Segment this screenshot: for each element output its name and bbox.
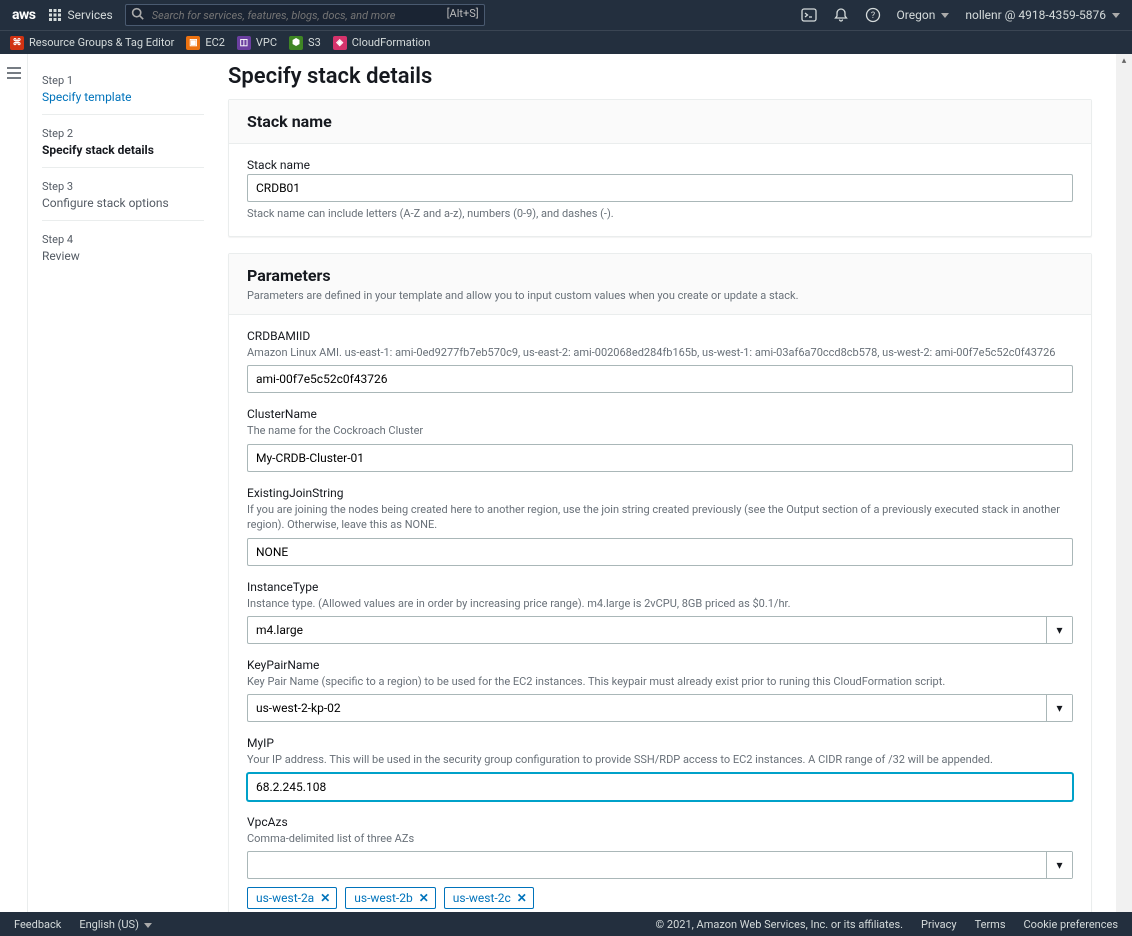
param-amiid-desc: Amazon Linux AMI. us-east-1: ami-0ed9277… [247, 345, 1073, 360]
panel-desc: Parameters are defined in your template … [247, 289, 1073, 302]
param-keypair-desc: Key Pair Name (specific to a region) to … [247, 674, 1073, 689]
param-keypair-select[interactable] [247, 694, 1073, 722]
feedback-link[interactable]: Feedback [14, 918, 61, 931]
param-joinstring-label: ExistingJoinString [247, 486, 1073, 500]
s3-icon: ⬢ [289, 36, 303, 50]
scrollbar[interactable]: ▴ [1116, 54, 1132, 912]
cloudshell-icon[interactable] [801, 7, 817, 23]
footer: Feedback English (US) © 2021, Amazon Web… [0, 912, 1132, 936]
param-instancetype-desc: Instance type. (Allowed values are in or… [247, 596, 1073, 611]
chip-remove-icon[interactable]: ✕ [320, 891, 330, 905]
aws-logo[interactable]: aws [12, 7, 35, 23]
region-selector[interactable]: Oregon [897, 8, 950, 22]
cloudformation-icon: ◈ [333, 36, 347, 50]
scroll-up-icon[interactable]: ▴ [1116, 54, 1132, 68]
language-selector[interactable]: English (US) [79, 918, 151, 931]
param-clustername-label: ClusterName [247, 407, 1073, 421]
privacy-link[interactable]: Privacy [921, 918, 957, 931]
chip-remove-icon[interactable]: ✕ [517, 891, 527, 905]
param-vpcazs-select[interactable] [247, 851, 1073, 879]
page-title: Specify stack details [228, 64, 1092, 89]
services-grid-icon [49, 9, 61, 21]
param-clustername-input[interactable] [247, 444, 1073, 472]
param-instancetype-select[interactable] [247, 616, 1073, 644]
services-label: Services [67, 8, 112, 22]
account-menu[interactable]: nollenr @ 4918-4359-5876 [965, 8, 1120, 22]
stack-name-help: Stack name can include letters (A-Z and … [247, 207, 1073, 220]
step-1[interactable]: Step 1 Specify template [42, 68, 204, 115]
param-vpcazs-label: VpcAzs [247, 815, 1073, 829]
panel-parameters: Parameters Parameters are defined in you… [228, 253, 1092, 912]
wizard-steps: Step 1 Specify template Step 2 Specify s… [28, 54, 218, 912]
param-amiid-input[interactable] [247, 365, 1073, 393]
param-myip-input[interactable] [247, 773, 1073, 801]
chip-us-west-2a: us-west-2a✕ [247, 887, 337, 909]
panel-heading: Parameters [247, 266, 1073, 285]
tag-icon: ⌘ [10, 36, 24, 50]
step-2[interactable]: Step 2 Specify stack details [42, 121, 204, 168]
step-3: Step 3 Configure stack options [42, 174, 204, 221]
services-menu[interactable]: Services [49, 8, 112, 22]
terms-link[interactable]: Terms [975, 918, 1006, 931]
param-myip-label: MyIP [247, 736, 1073, 750]
fav-ec2[interactable]: ▣EC2 [184, 35, 227, 51]
chip-us-west-2b: us-west-2b✕ [345, 887, 436, 909]
vpc-icon: ◫ [237, 36, 251, 50]
vpcazs-chips: us-west-2a✕ us-west-2b✕ us-west-2c✕ [247, 887, 1073, 909]
ec2-icon: ▣ [186, 36, 200, 50]
panel-heading: Stack name [247, 112, 1073, 131]
param-joinstring-input[interactable] [247, 538, 1073, 566]
chevron-down-icon [144, 923, 152, 928]
help-icon[interactable]: ? [865, 7, 881, 23]
side-panel-toggle[interactable] [6, 66, 22, 912]
search-icon [131, 7, 144, 23]
param-clustername-desc: The name for the Cockroach Cluster [247, 423, 1073, 438]
notifications-icon[interactable] [833, 7, 849, 23]
fav-s3[interactable]: ⬢S3 [287, 35, 323, 51]
param-myip-desc: Your IP address. This will be used in th… [247, 752, 1073, 767]
fav-vpc[interactable]: ◫VPC [235, 35, 279, 51]
favorites-bar: ⌘Resource Groups & Tag Editor ▣EC2 ◫VPC … [0, 30, 1132, 54]
param-instancetype-label: InstanceType [247, 580, 1073, 594]
chip-us-west-2c: us-west-2c✕ [444, 887, 534, 909]
fav-resource-groups[interactable]: ⌘Resource Groups & Tag Editor [8, 35, 176, 51]
cookies-link[interactable]: Cookie preferences [1024, 918, 1118, 931]
param-joinstring-desc: If you are joining the nodes being creat… [247, 502, 1073, 533]
fav-cloudformation[interactable]: ◈CloudFormation [331, 35, 433, 51]
param-amiid-label: CRDBAMIID [247, 329, 1073, 343]
panel-stack-name: Stack name Stack name Stack name can inc… [228, 99, 1092, 237]
svg-text:?: ? [870, 11, 874, 21]
param-vpcazs-desc: Comma-delimited list of three AZs [247, 831, 1073, 846]
step-4: Step 4 Review [42, 227, 204, 273]
stack-name-input[interactable] [247, 174, 1073, 202]
main-content: Specify stack details Stack name Stack n… [218, 54, 1132, 912]
search-input[interactable] [125, 4, 485, 26]
param-keypair-label: KeyPairName [247, 658, 1073, 672]
search-shortcut: [Alt+S] [447, 7, 479, 20]
chevron-down-icon [1112, 13, 1120, 18]
chip-remove-icon[interactable]: ✕ [419, 891, 429, 905]
stack-name-label: Stack name [247, 158, 1073, 172]
copyright: © 2021, Amazon Web Services, Inc. or its… [656, 918, 904, 931]
top-nav: aws Services [Alt+S] ? Oregon nollenr @ … [0, 0, 1132, 30]
chevron-down-icon [941, 13, 949, 18]
global-search[interactable]: [Alt+S] [125, 4, 485, 26]
